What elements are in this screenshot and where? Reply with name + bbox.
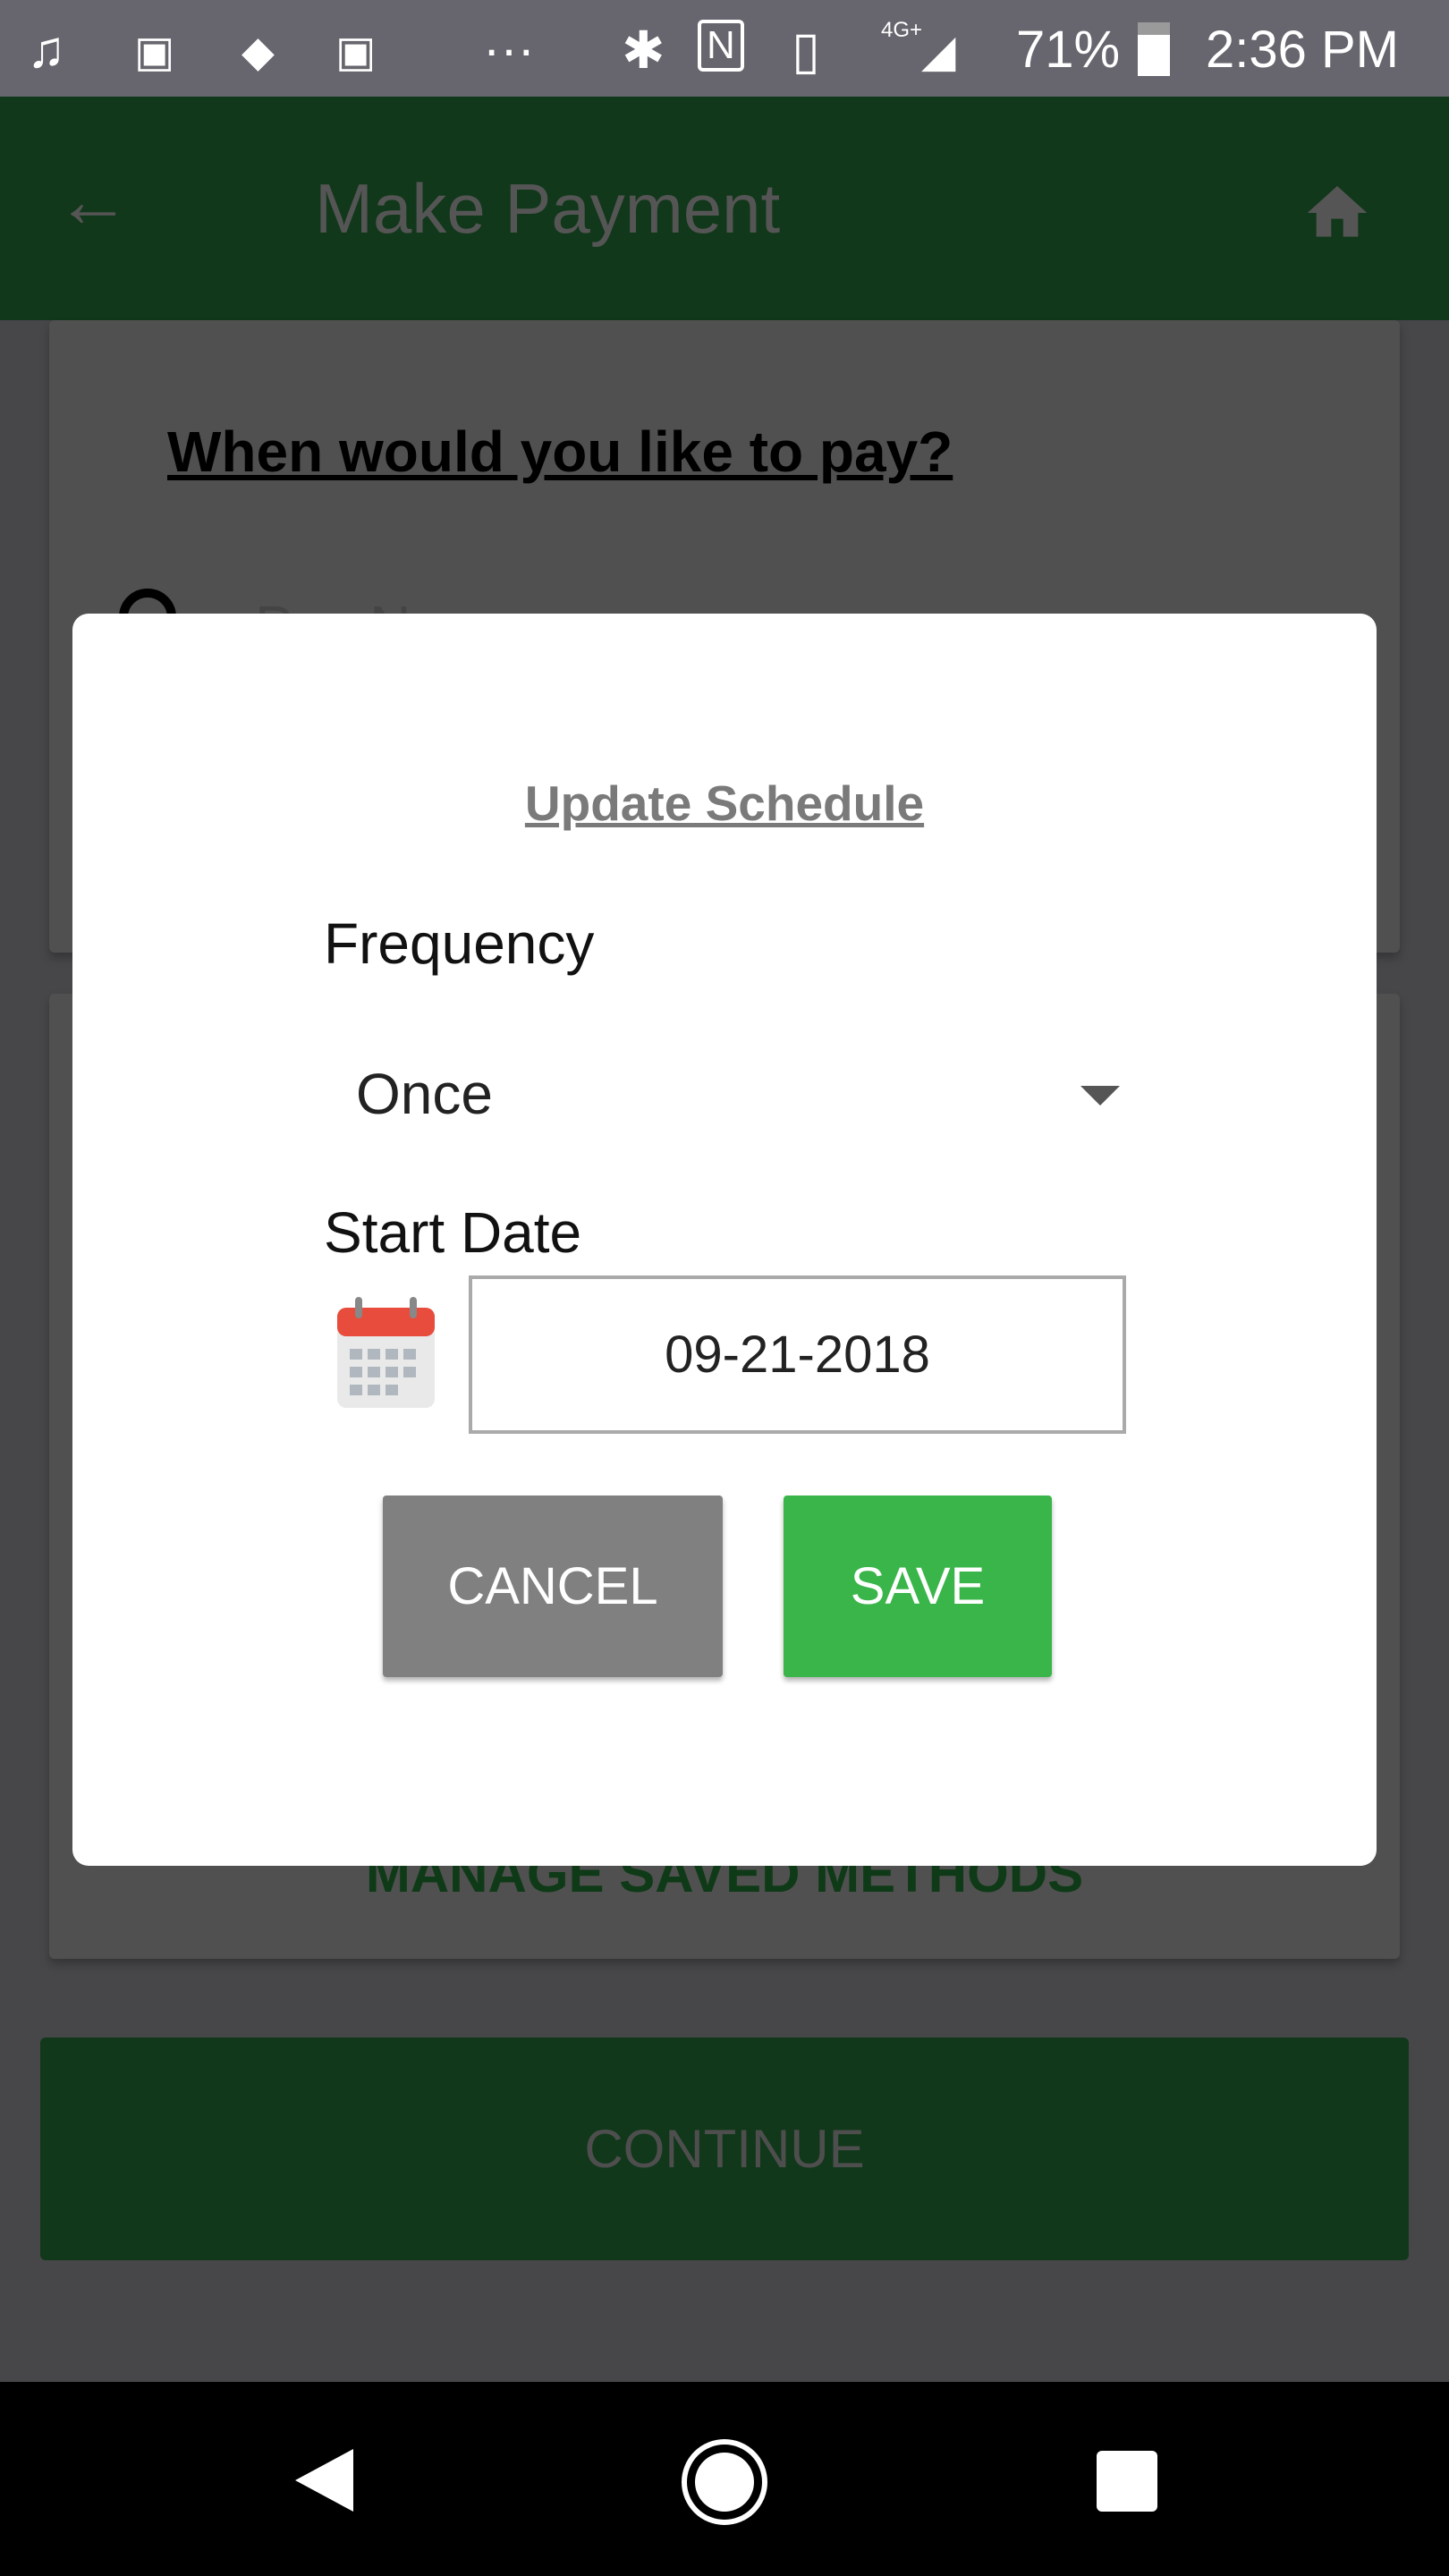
status-bar: ♫ ▣ ◆ ▣ ··· ✱ N ▯ 4G+ ◢ 71% 2:36 PM bbox=[0, 0, 1449, 97]
home-icon[interactable] bbox=[1301, 177, 1373, 249]
dialog-title: Update Schedule bbox=[524, 775, 925, 831]
jira-icon: ◆ bbox=[242, 29, 275, 76]
update-schedule-dialog: Update Schedule Frequency Once Start Dat… bbox=[72, 614, 1377, 1866]
frequency-select[interactable]: Once bbox=[324, 1034, 1129, 1150]
outlook-icon: ▣ bbox=[335, 29, 377, 76]
network-type: 4G+ bbox=[881, 18, 923, 42]
cancel-button[interactable]: CANCEL bbox=[383, 1496, 723, 1677]
recents-icon[interactable] bbox=[1097, 2451, 1157, 2512]
bluetooth-icon: ✱ bbox=[622, 21, 665, 80]
save-button[interactable]: SAVE bbox=[784, 1496, 1052, 1677]
outlook-icon: ▣ bbox=[134, 29, 175, 76]
home-circle-icon[interactable] bbox=[680, 2437, 769, 2527]
page-title: Make Payment bbox=[315, 169, 781, 248]
signal-icon: ◢ bbox=[921, 26, 956, 76]
when-to-pay-heading: When would you like to pay? bbox=[167, 419, 953, 484]
back-icon[interactable] bbox=[286, 2445, 358, 2516]
frequency-value: Once bbox=[356, 1062, 493, 1126]
battery-percent: 71% bbox=[1016, 21, 1121, 79]
start-date-label: Start Date bbox=[324, 1200, 582, 1265]
calendar-icon[interactable] bbox=[335, 1295, 436, 1410]
start-date-input[interactable]: 09-21-2018 bbox=[469, 1275, 1126, 1434]
system-nav-bar bbox=[0, 2382, 1449, 2576]
frequency-label: Frequency bbox=[324, 911, 595, 976]
more-icon: ··· bbox=[483, 21, 535, 79]
nfc-icon: N bbox=[698, 20, 744, 72]
continue-button[interactable]: CONTINUE bbox=[40, 2038, 1409, 2260]
dropdown-arrow-icon bbox=[1080, 1086, 1120, 1106]
arrow-left-icon[interactable]: ← bbox=[55, 157, 131, 244]
battery-icon bbox=[1138, 22, 1170, 76]
music-note-icon: ♫ bbox=[27, 21, 66, 79]
clock: 2:36 PM bbox=[1206, 21, 1399, 79]
vibrate-icon: ▯ bbox=[792, 21, 820, 80]
app-bar: ← Make Payment bbox=[0, 97, 1449, 320]
